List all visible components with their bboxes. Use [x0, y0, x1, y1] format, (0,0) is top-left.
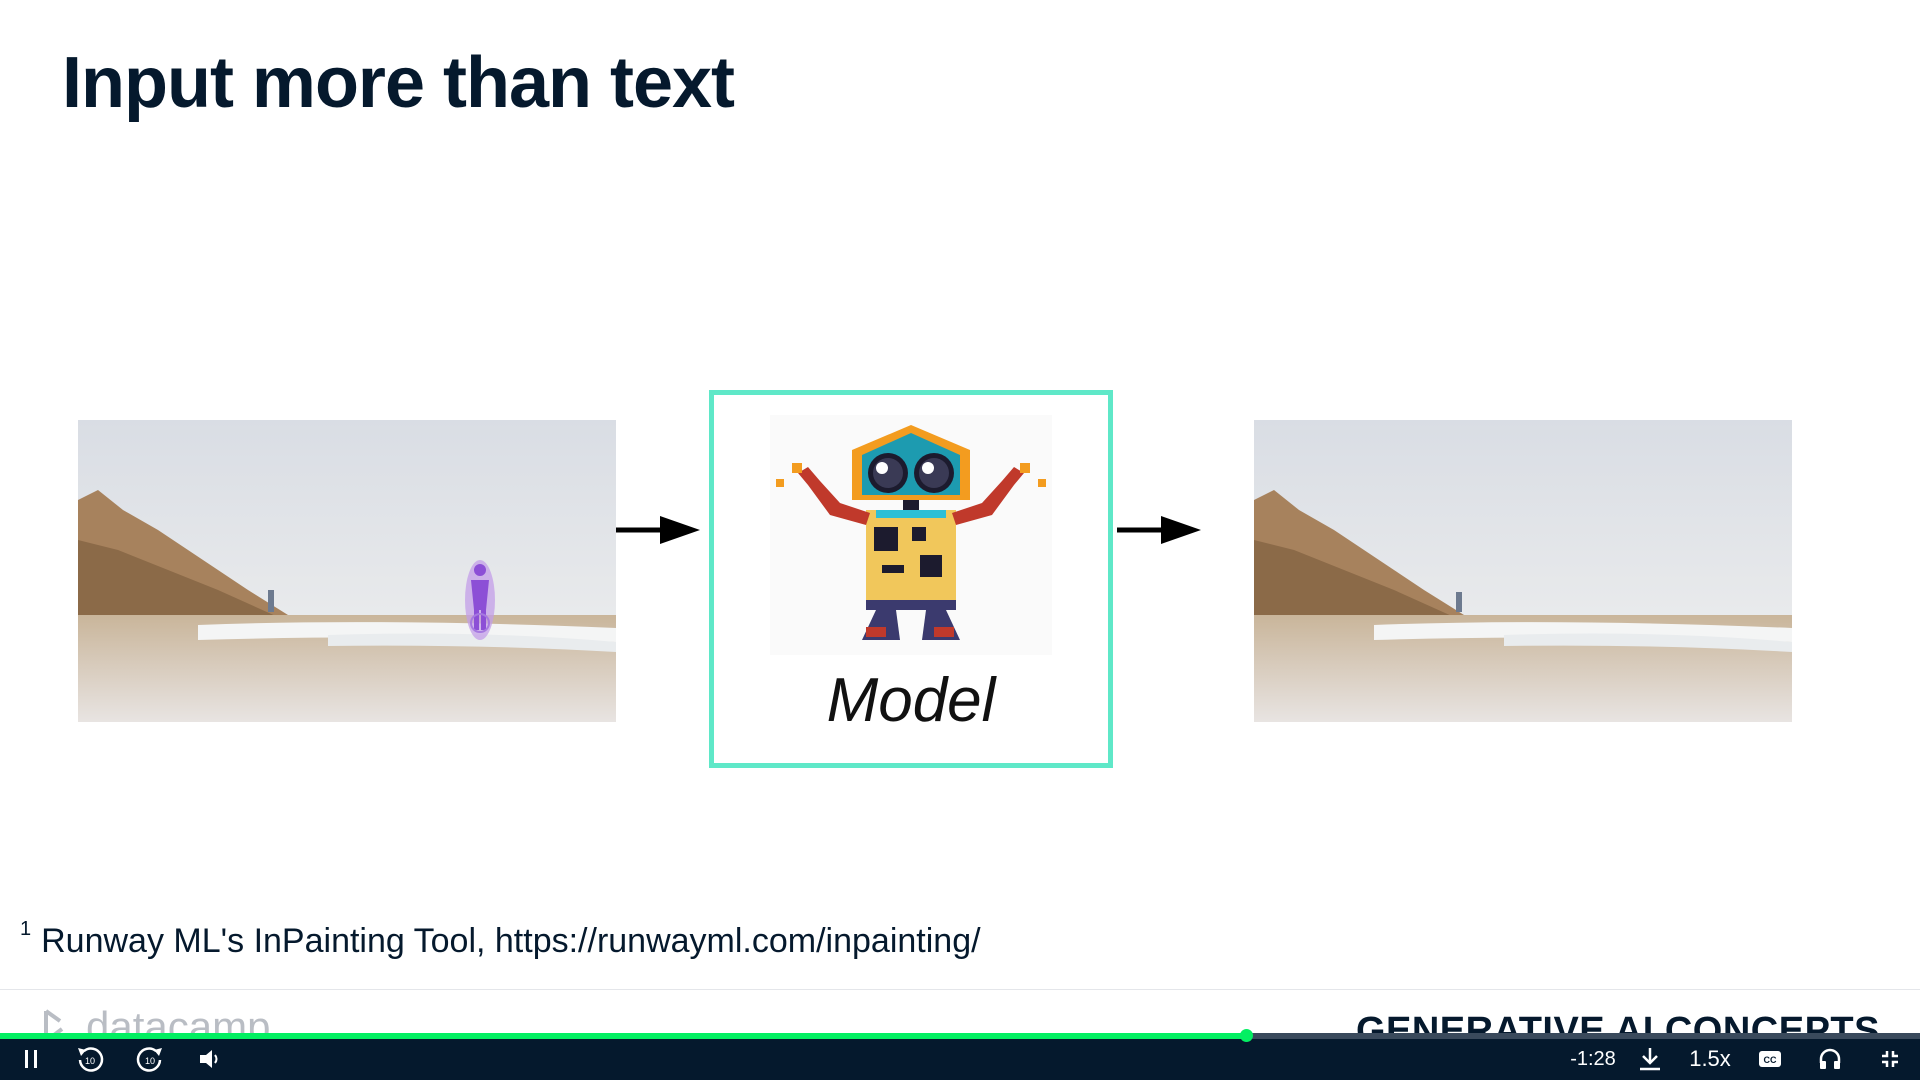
progress-fill	[0, 1033, 1247, 1039]
svg-text:CC: CC	[1764, 1055, 1777, 1065]
rewind-10-button[interactable]: 10	[74, 1044, 106, 1074]
output-beach-photo	[1254, 420, 1792, 722]
footer-divider	[0, 989, 1920, 990]
footnote: 1 Runway ML's InPainting Tool, https://ru…	[20, 918, 981, 961]
input-beach-photo	[78, 420, 616, 722]
exit-fullscreen-button[interactable]	[1876, 1044, 1904, 1074]
exit-fullscreen-icon	[1882, 1051, 1898, 1067]
svg-text:10: 10	[145, 1056, 155, 1066]
pause-icon	[25, 1050, 37, 1068]
headphones-icon	[1819, 1048, 1841, 1069]
pause-button[interactable]	[18, 1044, 44, 1074]
audio-button[interactable]	[1816, 1044, 1844, 1074]
model-label: Model	[826, 666, 996, 735]
forward-10-button[interactable]: 10	[134, 1044, 166, 1074]
svg-text:10: 10	[85, 1056, 95, 1066]
video-player-controls	[0, 1036, 1920, 1080]
footnote-text: Runway ML's InPainting Tool, https://run…	[41, 922, 981, 960]
slide: Input more than text Model 1 Runway ML's…	[0, 0, 1920, 1036]
rewind-10-icon: 10	[78, 1047, 104, 1072]
arrow-right-icon	[616, 516, 700, 544]
footnote-number: 1	[20, 918, 32, 940]
brand-name: datacamp	[86, 1003, 271, 1036]
time-remaining: -1:28	[1570, 1047, 1616, 1070]
playback-speed-button[interactable]: 1.5x	[1686, 1044, 1734, 1074]
volume-icon	[200, 1050, 218, 1068]
progress-handle[interactable]	[1240, 1029, 1254, 1042]
model-box: Model	[709, 390, 1113, 768]
download-icon	[1640, 1048, 1660, 1071]
slide-title: Input more than text	[62, 43, 735, 123]
datacamp-logo-icon	[44, 1009, 64, 1036]
forward-10-icon: 10	[136, 1047, 162, 1072]
captions-button[interactable]: CC	[1756, 1044, 1784, 1074]
volume-button[interactable]	[196, 1044, 224, 1074]
datacamp-logo: datacamp	[40, 1003, 270, 1036]
arrow-right-icon	[1117, 516, 1201, 544]
progress-bar[interactable]	[0, 1029, 1920, 1042]
captions-icon: CC	[1759, 1051, 1781, 1067]
robot-icon	[770, 415, 1052, 655]
download-button[interactable]	[1636, 1044, 1664, 1074]
